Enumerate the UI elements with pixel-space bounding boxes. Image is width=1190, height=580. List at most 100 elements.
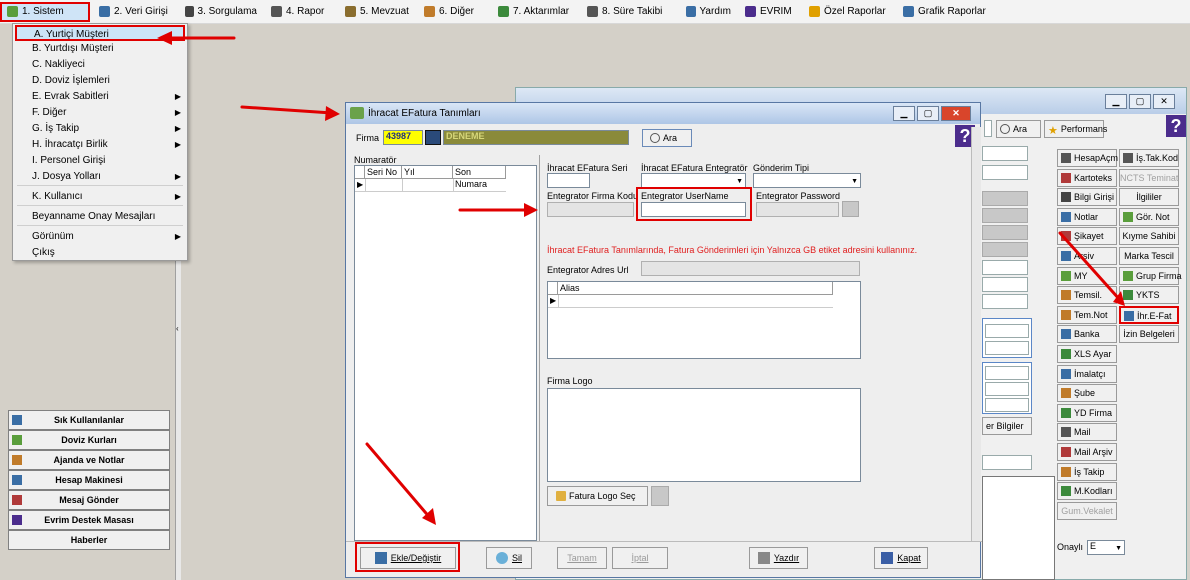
customer-action-button-9[interactable]: Kıyme Sahibi: [1119, 227, 1179, 246]
firma-lookup-icon[interactable]: [425, 130, 441, 145]
menu-diger[interactable]: 6. Diğer: [419, 2, 489, 22]
menu-item-13[interactable]: Çıkış: [15, 245, 185, 261]
menu-sure-takibi[interactable]: 8. Süre Takibi: [582, 2, 677, 22]
performans-button[interactable]: ★ Performans: [1044, 120, 1107, 138]
shortcut-button-6[interactable]: Haberler: [8, 530, 170, 550]
customer-memo[interactable]: [982, 476, 1055, 580]
dialog-maximize-button[interactable]: ▢: [917, 106, 939, 121]
customer-action-button-21[interactable]: İmalatçı: [1057, 364, 1117, 383]
customer-action-button-5[interactable]: İlgililer: [1119, 188, 1179, 207]
address-field-1[interactable]: [985, 324, 1029, 338]
menu-item-6[interactable]: G. İş Takip ▶: [15, 121, 185, 137]
customer-field-9[interactable]: [982, 294, 1028, 309]
customer-action-button-23[interactable]: YD Firma: [1057, 403, 1117, 422]
customer-action-button-28[interactable]: Gum.Vekalet: [1057, 501, 1117, 520]
shortcut-button-3[interactable]: Hesap Makinesi: [8, 470, 170, 490]
menu-ozel-raporlar[interactable]: Özel Raporlar: [804, 2, 894, 22]
help-icon[interactable]: ?: [1166, 115, 1186, 137]
customer-action-button-26[interactable]: İş Takip: [1057, 462, 1117, 481]
adres-url-input[interactable]: [641, 261, 860, 276]
customer-action-button-18[interactable]: Banka: [1057, 325, 1117, 344]
customer-action-button-0[interactable]: HesapAçm: [1057, 149, 1118, 167]
logo-select-button[interactable]: Fatura Logo Seç: [547, 486, 648, 506]
customer-action-button-14[interactable]: Temsil.: [1057, 286, 1117, 305]
menu-rapor[interactable]: 4. Rapor: [266, 2, 336, 22]
menu-item-10[interactable]: K. Kullanıcı ▶: [15, 189, 185, 205]
customer-action-button-20[interactable]: XLS Ayar: [1057, 345, 1117, 363]
customer-action-button-19[interactable]: İzin Belgeleri: [1119, 325, 1179, 344]
dialog-close-button[interactable]: ✕: [941, 106, 971, 121]
close-button[interactable]: ✕: [1153, 94, 1175, 109]
menu-mevzuat[interactable]: 5. Mevzuat: [340, 2, 415, 22]
customer-field-2[interactable]: [982, 165, 1028, 180]
shortcut-button-0[interactable]: Sık Kullanılanlar: [8, 410, 170, 430]
numarator-grid[interactable]: Seri No Yıl Son Numara ▶: [354, 165, 537, 541]
menu-item-9[interactable]: J. Dosya Yolları ▶: [15, 169, 185, 185]
customer-action-button-12[interactable]: MY: [1057, 266, 1117, 285]
search-button[interactable]: Ara: [996, 120, 1041, 138]
customer-field-8[interactable]: [982, 277, 1028, 292]
customer-action-button-24[interactable]: Mail: [1057, 423, 1117, 442]
splitter-arrow-icon[interactable]: ‹: [176, 324, 179, 333]
customer-field-1[interactable]: [982, 146, 1028, 161]
menu-sorgulama[interactable]: 3. Sorgulama: [180, 2, 262, 22]
password-input[interactable]: [756, 202, 839, 217]
menu-item-7[interactable]: H. İhracatçı Birlik ▶: [15, 137, 185, 153]
maximize-button[interactable]: ▢: [1129, 94, 1151, 109]
customer-action-button-6[interactable]: Notlar: [1057, 207, 1117, 226]
shortcut-button-4[interactable]: Mesaj Gönder: [8, 490, 170, 510]
grid-header-alias[interactable]: Alias: [558, 282, 833, 295]
customer-action-button-2[interactable]: Kartoteks: [1057, 168, 1117, 187]
shortcut-button-1[interactable]: Doviz Kurları: [8, 430, 170, 450]
contact-field-2[interactable]: [985, 382, 1029, 396]
dialog-minimize-button[interactable]: ▁: [893, 106, 915, 121]
menu-item-12[interactable]: Görünüm ▶: [15, 229, 185, 245]
customer-field-7[interactable]: [982, 260, 1028, 275]
sil-button[interactable]: Sil: [486, 547, 532, 569]
alias-grid[interactable]: Alias ▶: [547, 281, 861, 359]
address-field-2[interactable]: [985, 341, 1029, 355]
customer-action-button-7[interactable]: Gör. Not: [1119, 207, 1179, 226]
other-info-button[interactable]: er Bilgiler: [982, 417, 1032, 435]
menu-aktarimlar[interactable]: 7. Aktarımlar: [493, 2, 578, 22]
menu-veri-girisi[interactable]: 2. Veri Girişi: [94, 2, 176, 22]
grid-header-seri-no[interactable]: Seri No: [365, 166, 402, 179]
yazdir-button[interactable]: Yazdır: [749, 547, 808, 569]
tamam-button[interactable]: Tamam: [557, 547, 607, 569]
customer-action-button-13[interactable]: Grup Firma: [1119, 266, 1182, 285]
menu-item-4[interactable]: E. Evrak Sabitleri ▶: [15, 89, 185, 105]
ara-button[interactable]: Ara: [642, 129, 692, 147]
customer-action-button-1[interactable]: İş.Tak.Kod: [1119, 149, 1179, 167]
menu-sistem[interactable]: 1. Sistem: [0, 1, 90, 22]
contact-field-3[interactable]: [985, 398, 1029, 412]
firma-kodu-input[interactable]: [547, 202, 634, 217]
seri-input[interactable]: [547, 173, 590, 188]
search-input[interactable]: [984, 120, 992, 137]
iptal-button[interactable]: İptal: [612, 547, 668, 569]
customer-action-button-4[interactable]: Bilgi Girişi: [1057, 188, 1117, 207]
customer-action-button-8[interactable]: Şikayet: [1057, 227, 1117, 246]
dialog-scrollbar[interactable]: [971, 127, 981, 541]
password-toggle-button[interactable]: [842, 201, 859, 217]
menu-evrim[interactable]: EVRIM: [740, 2, 800, 22]
menu-item-8[interactable]: I. Personel Girişi: [15, 153, 185, 169]
menu-grafik-raporlar[interactable]: Grafik Raporlar: [898, 2, 993, 22]
firma-code-input[interactable]: 43987: [383, 130, 423, 145]
kapat-button[interactable]: Kapat: [874, 547, 928, 569]
customer-action-button-27[interactable]: M.Kodları: [1057, 482, 1117, 501]
entegrator-select[interactable]: ▼: [641, 173, 746, 188]
table-row[interactable]: ▶: [355, 179, 506, 192]
customer-action-button-3[interactable]: NCTS Teminat: [1119, 168, 1179, 187]
gonderim-select[interactable]: ▼: [753, 173, 861, 188]
shortcut-button-2[interactable]: Ajanda ve Notlar: [8, 450, 170, 470]
customer-action-button-22[interactable]: Şube: [1057, 384, 1117, 403]
logo-clear-button[interactable]: [651, 486, 669, 506]
contact-field-1[interactable]: [985, 366, 1029, 380]
minimize-button[interactable]: ▁: [1105, 94, 1127, 109]
menu-item-2[interactable]: C. Nakliyeci: [15, 57, 185, 73]
customer-action-button-17[interactable]: İhr.E-Fat: [1119, 305, 1179, 324]
onayli-select[interactable]: E ▼: [1087, 540, 1125, 555]
menu-item-1[interactable]: B. Yurtdışı Müşteri: [15, 41, 185, 57]
menu-item-0[interactable]: A. Yurtiçi Müşteri: [15, 25, 185, 41]
menu-item-11[interactable]: Beyanname Onay Mesajları: [15, 209, 185, 225]
